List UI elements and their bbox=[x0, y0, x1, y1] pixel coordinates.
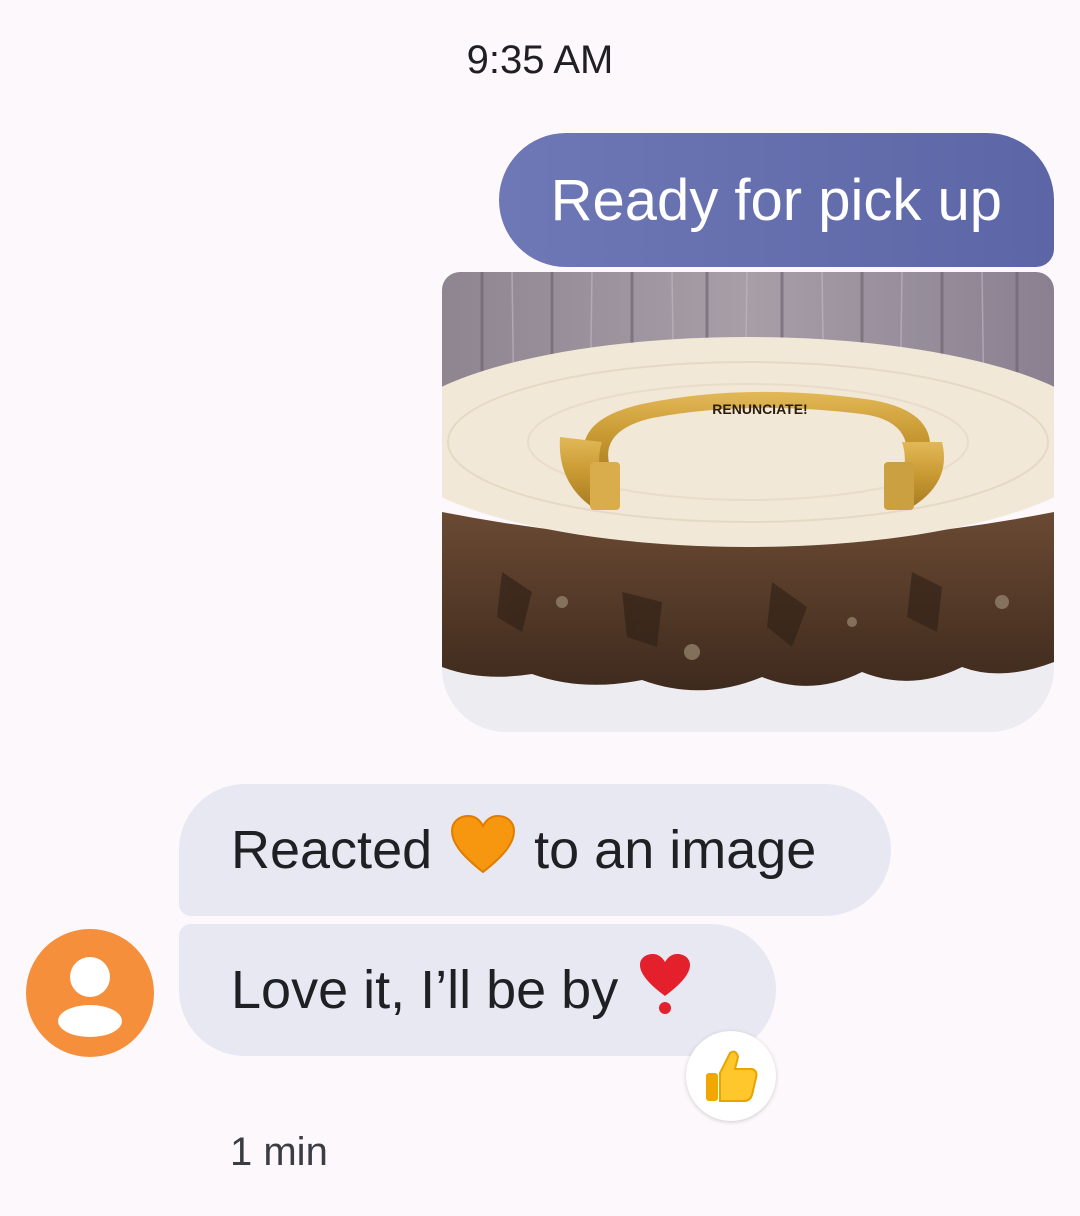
reaction-notice-prefix: Reacted bbox=[231, 820, 433, 880]
conversation-view: 9:35 AM Ready for pick up RENUNCIATE! Re… bbox=[0, 0, 1080, 1216]
outgoing-image-attachment[interactable]: RENUNCIATE! bbox=[442, 272, 1054, 732]
incoming-message-bubble[interactable]: Love it, I’ll be by bbox=[179, 924, 776, 1056]
reaction-notice-bubble[interactable]: Reacted to an image bbox=[179, 784, 891, 916]
message-timestamp: 9:35 AM bbox=[466, 38, 614, 82]
outgoing-message-bubble[interactable]: Ready for pick up bbox=[498, 133, 1054, 267]
orange-heart-icon bbox=[450, 814, 516, 887]
reaction-notice-suffix: to an image bbox=[534, 820, 817, 880]
bracelet-photo: RENUNCIATE! bbox=[442, 272, 1054, 732]
message-reaction-badge[interactable] bbox=[686, 1031, 776, 1121]
red-exclamation-icon bbox=[636, 952, 694, 1029]
sender-avatar[interactable] bbox=[26, 929, 154, 1057]
incoming-message-text: Love it, I’ll be by bbox=[231, 960, 619, 1020]
bracelet-engraving: RENUNCIATE! bbox=[712, 401, 807, 417]
thumbs-up-icon bbox=[706, 1050, 758, 1102]
outgoing-message-text: Ready for pick up bbox=[550, 167, 1002, 233]
person-icon bbox=[58, 957, 122, 1037]
message-relative-time: 1 min bbox=[230, 1130, 328, 1174]
